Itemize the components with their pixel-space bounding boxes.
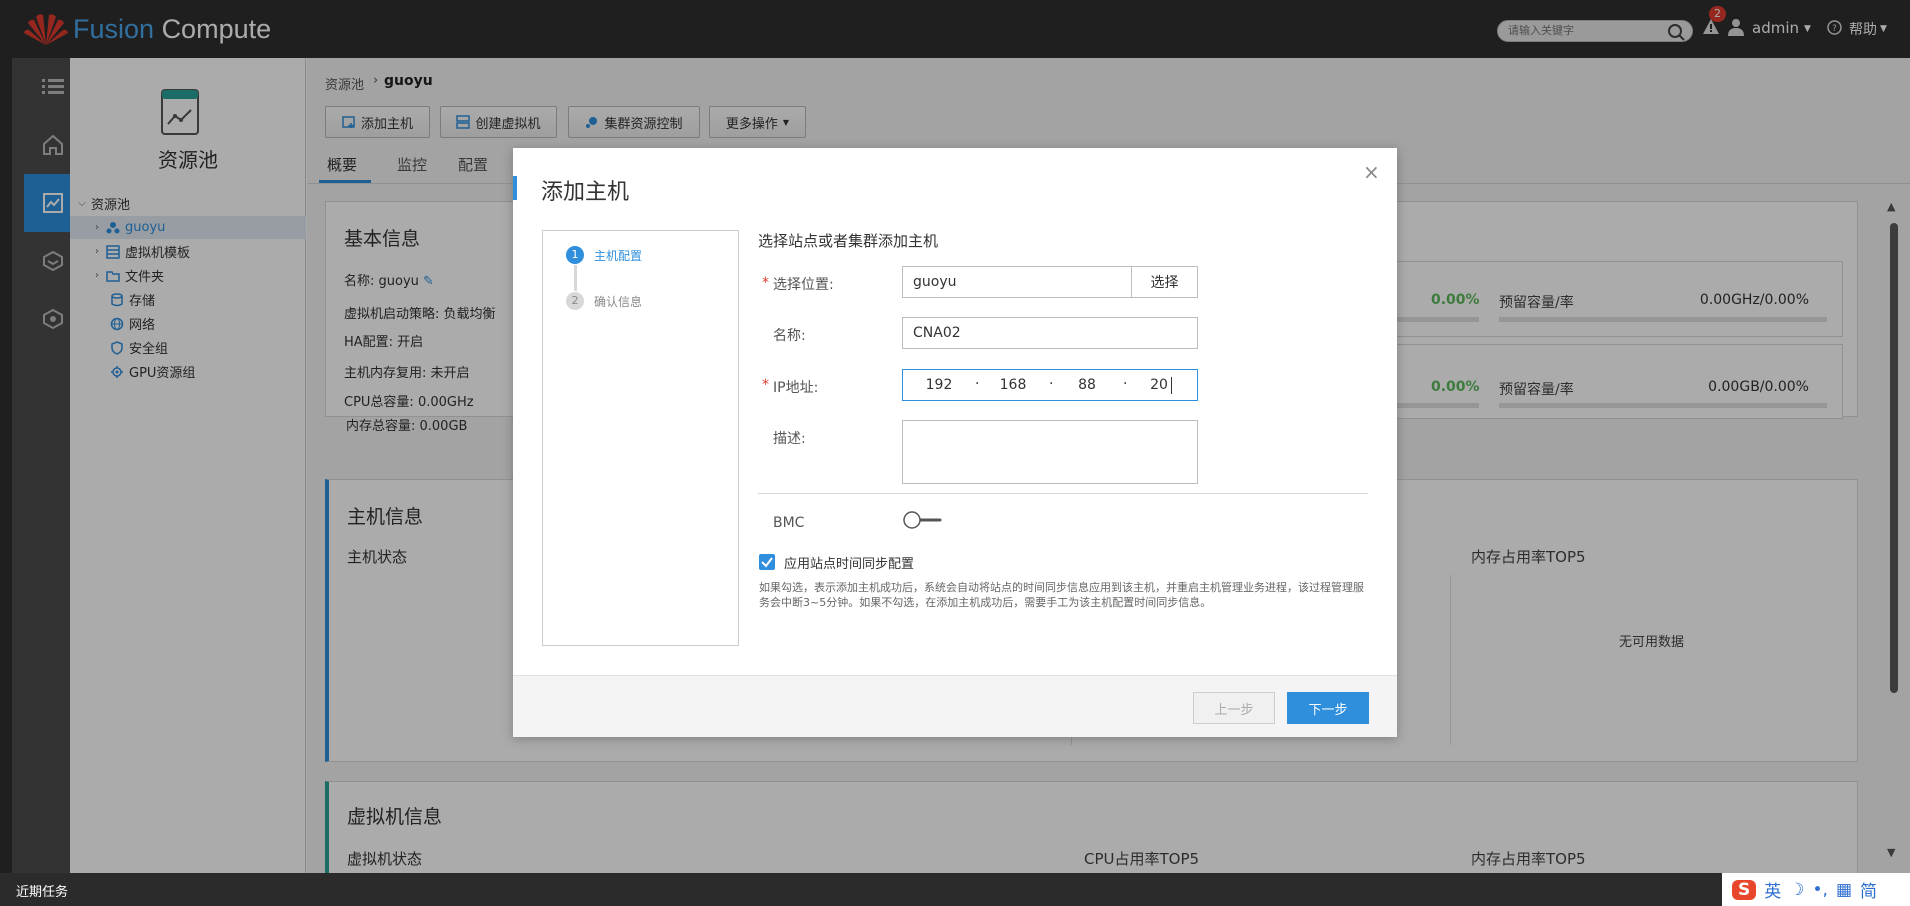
form-divider	[758, 493, 1368, 494]
bottom-bar: 近期任务 S 英 ☽ •, ▦ 简	[0, 873, 1910, 906]
step-number: 2	[566, 292, 584, 310]
ip-separator: ·	[1049, 376, 1054, 392]
ip-octet-2[interactable]: 168	[991, 377, 1035, 393]
ime-logo-icon[interactable]: S	[1732, 879, 1757, 900]
ip-octet-3[interactable]: 88	[1065, 377, 1109, 393]
ime-simplified[interactable]: 简	[1860, 877, 1877, 902]
time-sync-label[interactable]: 应用站点时间同步配置	[784, 553, 914, 572]
ip-label: IP地址:	[773, 380, 819, 396]
recent-tasks[interactable]: 近期任务	[16, 881, 68, 900]
punctuation-icon[interactable]: •,	[1813, 880, 1828, 900]
location-label: 选择位置:	[773, 277, 834, 293]
ip-address-field[interactable]: 192 · 168 · 88 · 20	[902, 369, 1198, 401]
ip-separator: ·	[975, 376, 980, 392]
ip-octet-4[interactable]: 20	[1137, 377, 1181, 393]
previous-button[interactable]: 上一步	[1193, 692, 1275, 724]
description-field[interactable]	[902, 420, 1198, 484]
bmc-label: BMC	[773, 515, 805, 531]
close-icon[interactable]: ×	[1363, 160, 1380, 184]
keyboard-icon[interactable]: ▦	[1836, 880, 1852, 900]
select-location-button[interactable]: 选择	[1131, 266, 1198, 298]
name-label: 名称:	[773, 328, 806, 344]
form-heading: 选择站点或者集群添加主机	[758, 232, 939, 250]
step-host-config: 主机配置	[594, 249, 643, 263]
name-field[interactable]: CNA02	[902, 317, 1198, 349]
moon-icon[interactable]: ☽	[1789, 880, 1804, 900]
ip-octet-1[interactable]: 192	[917, 377, 961, 393]
ime-language[interactable]: 英	[1764, 877, 1781, 902]
bmc-toggle[interactable]	[902, 510, 942, 530]
step-connector	[574, 265, 577, 291]
required-mark: *	[762, 275, 769, 291]
ip-separator: ·	[1123, 376, 1128, 392]
time-sync-checkbox[interactable]	[759, 554, 775, 570]
checkmark-icon	[761, 557, 773, 568]
dialog-title: 添加主机	[541, 180, 630, 205]
dialog-footer: 上一步 下一步	[513, 675, 1397, 737]
location-field[interactable]: guoyu	[902, 266, 1132, 298]
wizard-steps: 1 2 主机配置 确认信息	[542, 230, 739, 646]
description-label: 描述:	[773, 431, 806, 447]
add-host-dialog: 添加主机 × 1 2 主机配置 确认信息 选择站点或者集群添加主机 * 选择位置…	[513, 148, 1397, 737]
title-accent	[513, 176, 517, 200]
ime-toolbar[interactable]: S 英 ☽ •, ▦ 简	[1722, 873, 1910, 906]
text-cursor	[1171, 377, 1172, 394]
step-confirm: 确认信息	[594, 295, 643, 309]
next-button[interactable]: 下一步	[1287, 692, 1369, 724]
time-sync-note: 如果勾选，表示添加主机成功后，系统会自动将站点的时间同步信息应用到该主机，并重启…	[759, 581, 1364, 609]
step-number: 1	[566, 246, 584, 264]
required-mark: *	[762, 377, 769, 393]
